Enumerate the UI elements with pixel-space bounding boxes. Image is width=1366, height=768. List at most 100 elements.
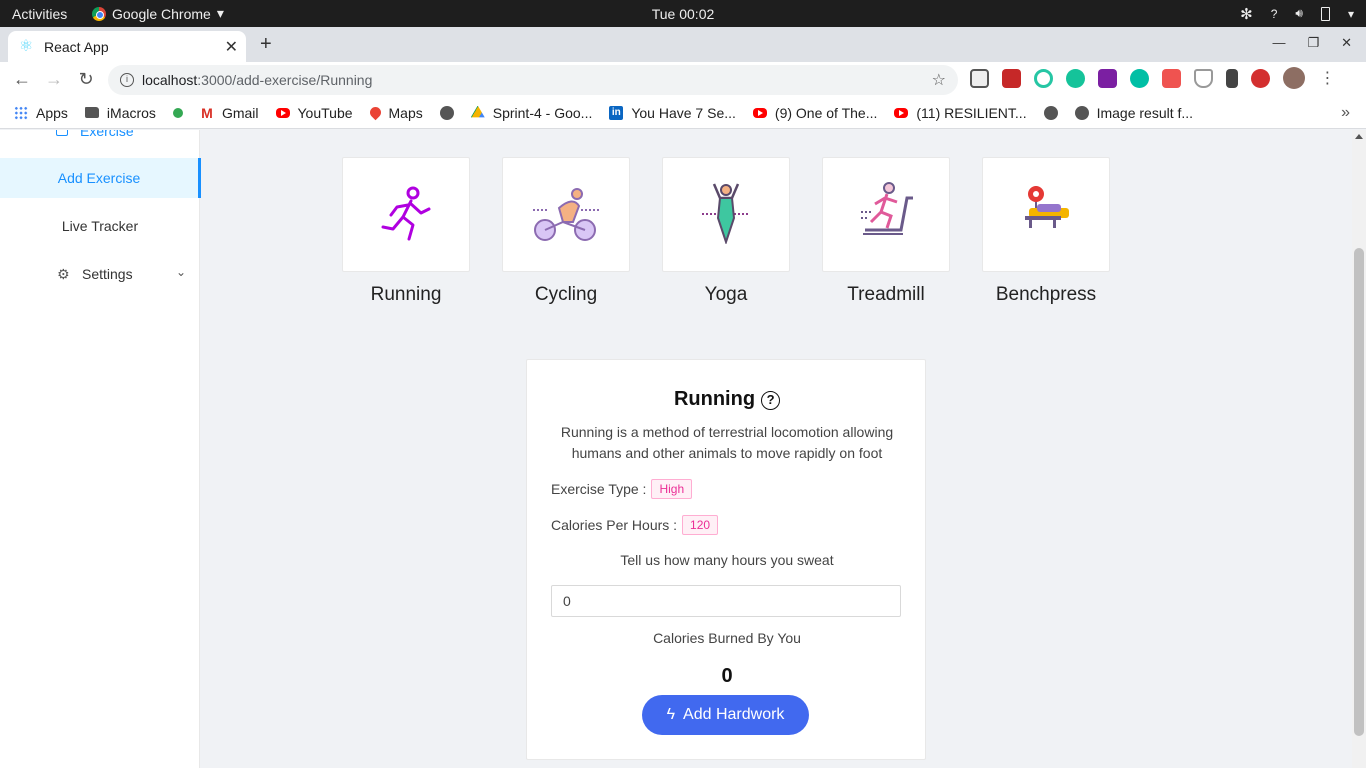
bookmark-youtube-2[interactable]: (9) One of The... [752,105,877,121]
bookmark-image-result[interactable]: Image result f... [1074,105,1193,121]
extension-icon[interactable] [1002,69,1021,88]
bookmark-gmail[interactable]: M Gmail [200,104,258,121]
youtube-icon [752,107,767,118]
exercise-name: Yoga [704,284,748,305]
system-tray[interactable]: ✻ ? 🔊︎ ▾ [1240,0,1354,27]
grammarly-icon[interactable] [1066,69,1085,88]
lightning-icon: ϟ [666,706,676,723]
detail-description: Running is a method of terrestrial locom… [560,424,894,461]
restore-icon[interactable]: ❐ [1307,35,1319,51]
battery-icon[interactable] [1320,6,1330,21]
sidebar-item-exercise[interactable]: Exercise ⌃ [0,130,200,138]
avatar[interactable] [1283,67,1305,89]
site-info-icon[interactable]: i [120,73,134,87]
exercise-type-label: Exercise Type : [551,481,647,497]
folder-icon [84,107,99,118]
app-menu-label: Google Chrome [112,5,211,22]
page-viewport: Exercise ⌃ Add Exercise Live Tracker ⚙ S… [0,130,1366,768]
new-tab-button[interactable]: + [260,33,272,56]
hours-input[interactable] [551,585,901,617]
benchpress-icon [1025,186,1069,228]
chrome-icon [92,6,106,21]
app-menu[interactable]: Google Chrome ▾ [92,5,224,22]
bookmark-sprint[interactable]: Sprint-4 - Goo... [470,105,592,121]
globe-icon [1074,105,1089,120]
question-icon[interactable]: ? [761,391,781,410]
sidebar-item-add-exercise[interactable]: Add Exercise [0,158,201,198]
scrollbar-thumb[interactable] [1354,248,1364,736]
exercise-name: Running [370,284,442,305]
forward-icon[interactable]: → [38,69,70,90]
bookmark-youtube[interactable]: YouTube [275,105,353,121]
bookmark-apps[interactable]: Apps [14,105,68,121]
adblock-icon[interactable] [1251,69,1270,88]
power-menu-icon[interactable]: ▾ [1348,7,1354,21]
tab-strip: ⚛ React App ✕ + — ❐ ✕ [0,27,1366,62]
extension-icon[interactable] [1098,69,1117,88]
gmail-icon: M [201,104,213,121]
calories-tag: 120 [682,515,719,535]
help-icon[interactable]: ? [1271,7,1278,21]
sidebar-item-label: Add Exercise [57,170,141,186]
sidebar-item-live-tracker[interactable]: Live Tracker [0,206,200,246]
address-bar[interactable]: i localhost:3000/add-exercise/Running ☆ [108,65,958,95]
sidebar: Exercise ⌃ Add Exercise Live Tracker ⚙ S… [0,130,201,768]
slack-icon[interactable]: ✻ [1240,5,1253,23]
bookmark-linkedin[interactable]: in You Have 7 Se... [609,105,736,121]
exercise-card-cycling[interactable] [502,157,630,272]
treadmill-icon [861,182,913,235]
exercise-type-tag: High [651,479,693,499]
scroll-up-icon[interactable] [1355,134,1363,139]
minimize-icon[interactable]: — [1272,35,1285,51]
exercise-card-treadmill[interactable] [822,157,950,272]
bookmark-star-icon[interactable]: ☆ [932,70,946,90]
page-scrollbar[interactable] [1352,130,1366,768]
activities-button[interactable]: Activities [0,6,92,22]
bookmark-android[interactable] [172,107,183,118]
apps-grid-icon [14,105,28,120]
shield-icon[interactable] [1194,69,1213,88]
exercise-name: Treadmill [847,284,925,305]
drive-icon [470,105,485,118]
more-bookmarks-icon[interactable]: » [1341,104,1350,122]
more-menu-icon[interactable]: ⋮ [1318,69,1337,88]
hours-prompt: Tell us how many hours you sweat [620,552,834,568]
globe-icon [1043,105,1058,120]
extension-icon[interactable] [1162,69,1181,88]
chevron-up-icon: ⌃ [176,130,186,136]
volume-icon[interactable]: 🔊︎ [1295,6,1303,21]
sidebar-item-settings[interactable]: ⚙ Settings ⌄ [0,254,200,294]
bookmark-globe-2[interactable] [1043,105,1058,120]
gear-icon: ⚙ [57,266,70,282]
extension-icon[interactable] [1226,69,1238,88]
running-icon [381,186,431,241]
exercise-card-benchpress[interactable] [982,157,1110,272]
close-window-icon[interactable]: ✕ [1341,35,1352,51]
extension-icon[interactable] [970,69,989,88]
exercise-name: Benchpress [995,284,1097,305]
youtube-icon [894,107,909,118]
exercise-card-yoga[interactable] [662,157,790,272]
browser-tab[interactable]: ⚛ React App ✕ [8,31,246,62]
globe-icon [439,105,454,120]
reload-icon[interactable]: ↻ [70,69,102,90]
bookmark-globe[interactable] [439,105,454,120]
sidebar-item-label: Live Tracker [61,218,139,234]
bookmark-youtube-3[interactable]: (11) RESILIENT... [894,105,1027,121]
caret-down-icon: ▾ [216,5,224,21]
grid-icon [56,130,68,136]
react-icon: ⚛ [18,37,34,55]
add-hardwork-button[interactable]: ϟ Add Hardwork [642,695,809,735]
close-tab-icon[interactable]: ✕ [225,37,238,57]
exercise-name: Cycling [534,284,598,305]
youtube-icon [275,107,290,118]
extension-icon[interactable] [1034,69,1053,88]
bookmark-imacros[interactable]: iMacros [84,105,156,121]
bookmark-maps[interactable]: Maps [367,105,423,121]
extension-icon[interactable] [1130,69,1149,88]
back-icon[interactable]: ← [6,69,38,90]
url-host: localhost [142,72,198,88]
exercise-card-running[interactable] [342,157,470,272]
extensions-area: ⋮ [970,67,1337,89]
window-controls: — ❐ ✕ [1272,35,1352,51]
